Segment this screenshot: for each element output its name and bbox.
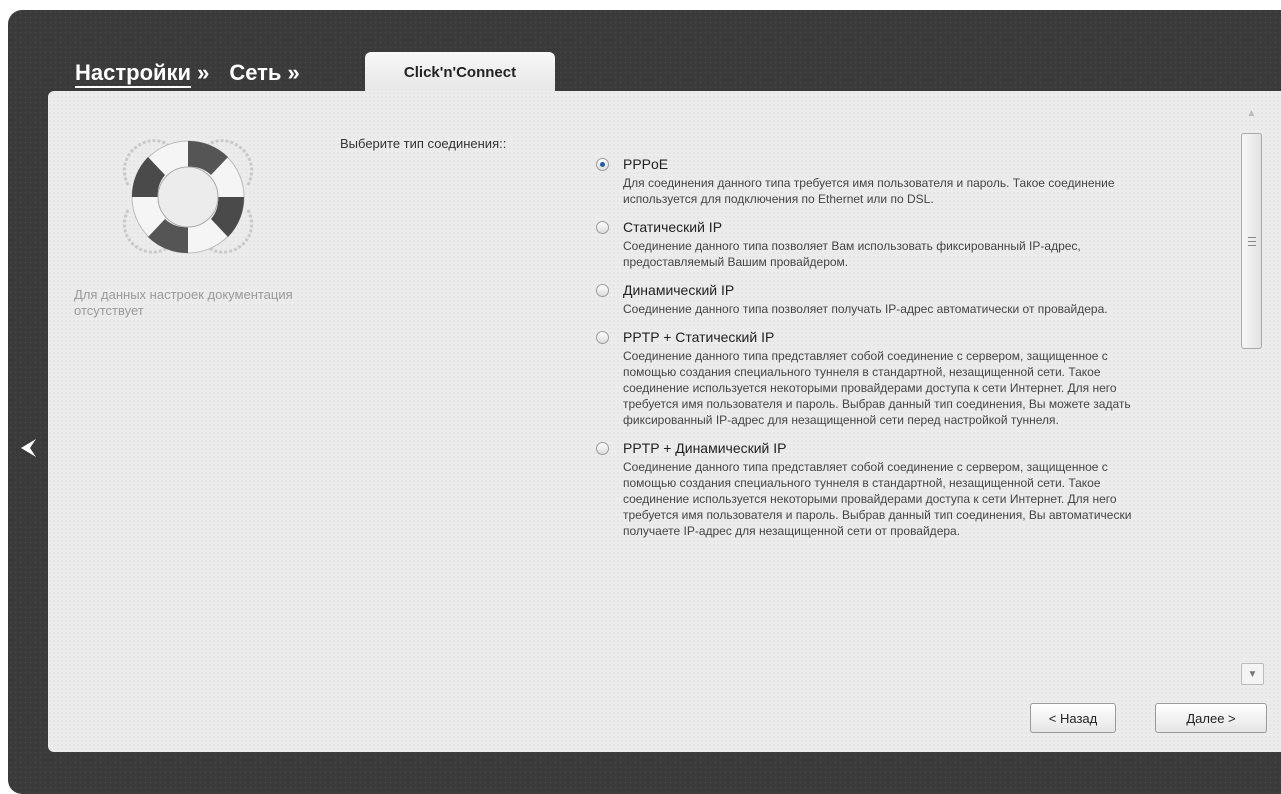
option-title: PPTP + Статический IP	[623, 329, 775, 345]
option-pptp-dynamic-ip[interactable]: PPTP + Динамический IP Соединение данног…	[596, 439, 1236, 539]
option-description: Соединение данного типа позволяет получа…	[623, 302, 1108, 316]
radio-static-ip[interactable]	[596, 221, 609, 234]
option-description: Соединение данного типа представляет соб…	[623, 460, 1132, 538]
option-title: Динамический IP	[623, 282, 735, 298]
back-button[interactable]: < Назад	[1030, 703, 1116, 733]
grip-icon	[1247, 236, 1256, 246]
breadcrumb-separator: »	[197, 60, 210, 85]
tab-click-n-connect[interactable]: Click'n'Connect	[365, 52, 555, 92]
option-description: Соединение данного типа представляет соб…	[623, 349, 1131, 427]
option-title: PPTP + Динамический IP	[623, 440, 787, 456]
option-pptp-static-ip[interactable]: PPTP + Статический IP Соединение данного…	[596, 328, 1236, 428]
content-panel: Для данных настроек документация отсутст…	[48, 91, 1281, 752]
option-description: Для соединения данного типа требуется им…	[623, 176, 1115, 206]
breadcrumb-separator: »	[287, 60, 300, 85]
option-description: Соединение данного типа позволяет Вам ис…	[623, 239, 1081, 269]
connection-type-label: Выберите тип соединения::	[340, 136, 507, 151]
option-pppoe[interactable]: PPPoE Для соединения данного типа требуе…	[596, 155, 1236, 207]
breadcrumb-network-link[interactable]: Сеть	[229, 60, 281, 86]
option-dynamic-ip[interactable]: Динамический IP Соединение данного типа …	[596, 281, 1236, 317]
scrollbar-thumb[interactable]	[1241, 133, 1262, 349]
radio-pptp-static-ip[interactable]	[596, 331, 609, 344]
radio-dynamic-ip[interactable]	[596, 284, 609, 297]
chevron-left-icon[interactable]	[16, 430, 40, 466]
option-title: PPPoE	[623, 156, 669, 172]
scroll-up-icon[interactable]: ▲	[1241, 103, 1262, 123]
breadcrumb-settings-link[interactable]: Настройки	[75, 60, 191, 86]
scroll-down-icon[interactable]: ▼	[1241, 663, 1264, 685]
connection-type-list: PPPoE Для соединения данного типа требуе…	[596, 155, 1236, 685]
vertical-scrollbar[interactable]: ▲ ▼	[1238, 103, 1264, 693]
option-static-ip[interactable]: Статический IP Соединение данного типа п…	[596, 218, 1236, 270]
breadcrumb: Настройки » Сеть »	[75, 56, 314, 90]
lifebuoy-icon	[108, 115, 268, 263]
option-title: Статический IP	[623, 219, 723, 235]
radio-pppoe[interactable]	[596, 158, 609, 171]
help-text: Для данных настроек документация отсутст…	[74, 287, 293, 318]
next-button[interactable]: Далее >	[1155, 703, 1267, 733]
radio-pptp-dynamic-ip[interactable]	[596, 442, 609, 455]
